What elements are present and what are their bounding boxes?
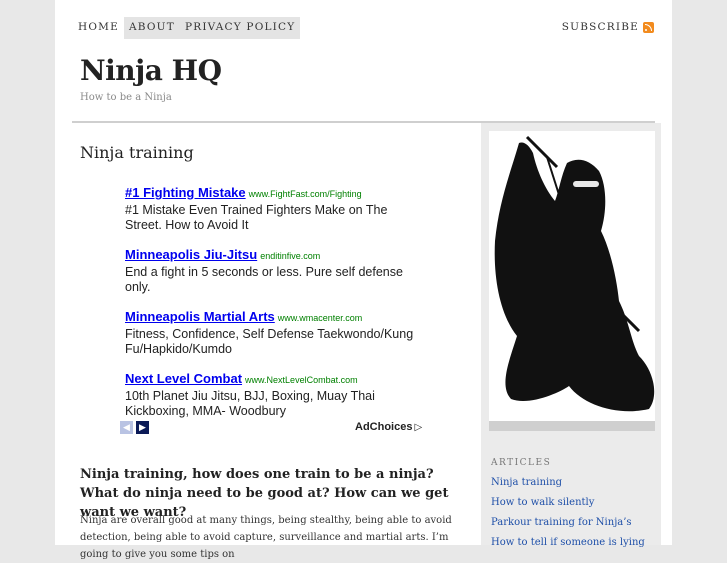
ad-description: 10th Planet Jiu Jitsu, BJJ, Boxing, Muay…	[125, 389, 375, 418]
subscribe-label: Subscribe	[561, 21, 639, 33]
subscribe-link[interactable]: Subscribe	[562, 21, 654, 33]
sidebar: Articles Ninja training How to walk sile…	[481, 123, 661, 548]
ad-title[interactable]: Minneapolis Jiu-Jitsu	[125, 247, 257, 262]
article-body: Ninja are overall good at many things, b…	[80, 515, 452, 560]
ad-item[interactable]: Minneapolis Jiu-Jitsu enditinfive.com En…	[125, 247, 425, 295]
articles-widget-title: Articles	[491, 458, 552, 468]
ad-url[interactable]: www.FightFast.com/Fighting	[249, 189, 362, 199]
ad-url[interactable]: www.wmacenter.com	[278, 313, 363, 323]
article-link[interactable]: How to tell if someone is lying	[491, 536, 645, 556]
chevron-right-icon: ▶	[139, 422, 146, 433]
ad-next-button[interactable]: ▶	[136, 421, 149, 434]
chevron-left-icon: ◀	[123, 422, 130, 433]
adchoices-label: AdChoices	[355, 421, 413, 433]
ad-item[interactable]: Next Level Combat www.NextLevelCombat.co…	[125, 371, 425, 419]
page: Home About Privacy Policy Subscribe Ninj…	[55, 0, 672, 560]
ad-pager: ◀ ▶	[120, 421, 149, 434]
ad-block: #1 Fighting Mistake www.FightFast.com/Fi…	[125, 185, 425, 433]
ad-url[interactable]: enditinfive.com	[260, 251, 320, 261]
ad-description: End a fight in 5 seconds or less. Pure s…	[125, 265, 403, 294]
ad-prev-button[interactable]: ◀	[120, 421, 133, 434]
article-link[interactable]: How to walk silently	[491, 496, 645, 516]
ninja-silhouette-icon	[489, 135, 655, 431]
nav-privacy-policy[interactable]: Privacy Policy	[180, 17, 300, 39]
ad-title[interactable]: Minneapolis Martial Arts	[125, 309, 275, 324]
ad-description: Fitness, Confidence, Self Defense Taekwo…	[125, 327, 414, 356]
rss-icon	[643, 21, 654, 33]
ad-item[interactable]: #1 Fighting Mistake www.FightFast.com/Fi…	[125, 185, 425, 233]
ad-item[interactable]: Minneapolis Martial Arts www.wmacenter.c…	[125, 309, 425, 357]
nav-about[interactable]: About	[123, 17, 180, 39]
adchoices-icon: ▷	[414, 421, 423, 433]
articles-list: Ninja training How to walk silently Park…	[491, 476, 645, 556]
nav-highlight-group: About Privacy Policy	[123, 17, 301, 39]
top-nav: Home About Privacy Policy	[73, 17, 301, 39]
site-title[interactable]: Ninja HQ	[80, 54, 222, 87]
article-link[interactable]: Ninja training	[491, 476, 645, 496]
ad-title[interactable]: Next Level Combat	[125, 371, 242, 386]
post-title[interactable]: Ninja training	[80, 143, 194, 162]
nav-home[interactable]: Home	[73, 17, 124, 39]
ad-url[interactable]: www.NextLevelCombat.com	[245, 375, 358, 385]
ad-title[interactable]: #1 Fighting Mistake	[125, 185, 246, 200]
adchoices-link[interactable]: AdChoices ▷	[355, 421, 422, 433]
ninja-image	[489, 131, 655, 431]
site-tagline: How to be a Ninja	[80, 92, 172, 103]
ad-description: #1 Mistake Even Trained Fighters Make on…	[125, 203, 388, 232]
article-link[interactable]: Parkour training for Ninja’s	[491, 516, 645, 536]
